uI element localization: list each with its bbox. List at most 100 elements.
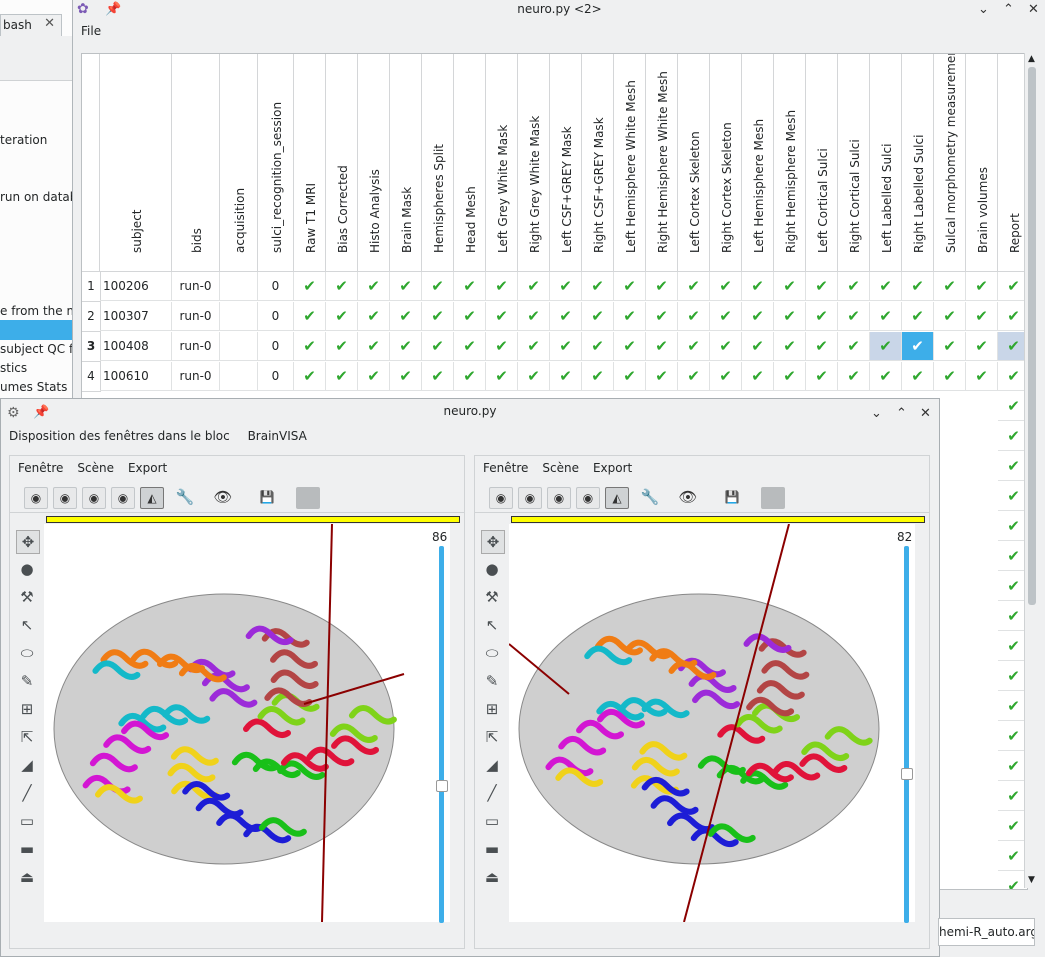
close-icon[interactable]: ✕ (920, 402, 931, 426)
table-cell[interactable]: ✔ (326, 302, 358, 331)
table-cell[interactable]: run-0 (172, 302, 220, 331)
table-cell[interactable]: 100610 (100, 362, 172, 391)
file-field[interactable]: hemi-R_auto.arg (938, 918, 1035, 946)
scroll-down-icon[interactable]: ▼ (1028, 875, 1035, 885)
menu-export[interactable]: Export (593, 461, 632, 475)
brain-render-canvas[interactable] (508, 523, 915, 923)
table-cell[interactable]: ✔ (454, 362, 486, 391)
column-header[interactable]: Right CSF+GREY Mask (582, 54, 614, 272)
menu-brainvisa[interactable]: BrainVISA (248, 429, 307, 443)
table-cell[interactable]: ✔ (774, 302, 806, 331)
column-header[interactable]: Bias Corrected (326, 54, 358, 272)
table-cell[interactable]: ✔ (710, 362, 742, 391)
column-header[interactable]: Right Cortex Skeleton (710, 54, 742, 272)
maximize-icon[interactable]: ⌃ (1003, 1, 1014, 19)
table-cell[interactable]: ✔ (518, 272, 550, 301)
table-cell[interactable]: ✔ (742, 362, 774, 391)
table-cell[interactable]: ✔ (934, 362, 966, 391)
coronal-view-icon[interactable]: ◉ (518, 487, 542, 509)
table-cell[interactable] (220, 332, 258, 361)
table-cell[interactable]: ✔ (806, 272, 838, 301)
table-cell[interactable]: ✔ (358, 302, 390, 331)
segment-icon[interactable]: ⏏ (16, 866, 38, 888)
table-cell[interactable]: ✔ (678, 272, 710, 301)
table-cell[interactable]: ✔ (390, 332, 422, 361)
table-cell[interactable]: ✔ (742, 332, 774, 361)
column-header[interactable]: Right Labelled Sulci (902, 54, 934, 272)
sphere-icon[interactable]: ● (481, 558, 503, 580)
column-header[interactable]: Head Mesh (454, 54, 486, 272)
color-swatch[interactable] (761, 487, 785, 509)
table-cell[interactable]: ✔ (870, 272, 902, 301)
menu-fenetre[interactable]: Fenêtre (18, 461, 63, 475)
table-cell[interactable]: ✔ (486, 332, 518, 361)
table-cell[interactable]: ✔ (358, 332, 390, 361)
row-number[interactable]: 3 (82, 332, 101, 362)
table-cell[interactable]: run-0 (172, 362, 220, 391)
pin-icon[interactable]: 📌 (105, 1, 121, 19)
table-cell[interactable]: ✔ (582, 362, 614, 391)
eye-icon[interactable]: 👁 (212, 487, 234, 507)
table-cell[interactable]: ✔ (358, 362, 390, 391)
sagittal-view-icon[interactable]: ◉ (82, 487, 106, 509)
table-cell[interactable]: ✔ (934, 272, 966, 301)
table-cell[interactable]: 100408 (100, 332, 172, 361)
select-icon[interactable]: ↖ (481, 614, 503, 636)
axes-icon[interactable]: ⇱ (16, 726, 38, 748)
menu-scene[interactable]: Scène (542, 461, 579, 475)
table-cell[interactable]: ✔ (390, 272, 422, 301)
table-cell[interactable]: ✔ (774, 272, 806, 301)
scrollbar-thumb[interactable] (1028, 67, 1036, 605)
move-icon[interactable]: ✥ (481, 530, 505, 554)
3d-view-icon[interactable]: ◭ (140, 487, 164, 509)
table-cell[interactable]: ✔ (518, 332, 550, 361)
axes-icon[interactable]: ⇱ (481, 726, 503, 748)
table-cell[interactable]: ✔ (838, 362, 870, 391)
scroll-up-icon[interactable]: ▲ (1028, 54, 1035, 64)
3d-view-icon[interactable]: ◭ (605, 487, 629, 509)
table-cell[interactable]: ✔ (614, 302, 646, 331)
table-cell[interactable]: ✔ (614, 362, 646, 391)
color-swatch[interactable] (296, 487, 320, 509)
table-cell[interactable]: ✔ (294, 362, 326, 391)
column-header[interactable]: Right Grey White Mask (518, 54, 550, 272)
table-cell[interactable] (220, 272, 258, 301)
brain-render-canvas[interactable] (44, 523, 450, 923)
table-cell[interactable]: ✔ (582, 332, 614, 361)
column-header[interactable]: bids (172, 54, 220, 272)
table-cell[interactable]: ✔ (966, 332, 998, 361)
column-header[interactable]: Left Grey White Mask (486, 54, 518, 272)
table-cell[interactable]: ✔ (838, 272, 870, 301)
bash-tab[interactable]: bash ✕ (0, 14, 62, 37)
column-header[interactable]: Right Hemisphere White Mesh (646, 54, 678, 272)
table-cell[interactable]: ✔ (422, 362, 454, 391)
plane-icon[interactable]: ⬭ (481, 642, 503, 664)
table-cell[interactable]: 100307 (100, 302, 172, 331)
table-cell[interactable]: ✔ (518, 362, 550, 391)
pencil-icon[interactable]: ✎ (481, 670, 503, 692)
tool-icon[interactable]: ⚒ (16, 586, 38, 608)
select-icon[interactable]: ↖ (16, 614, 38, 636)
oblique-view-icon[interactable]: ◉ (576, 487, 600, 509)
table-cell[interactable]: run-0 (172, 272, 220, 301)
oblique-view-icon[interactable]: ◉ (111, 487, 135, 509)
table-cell[interactable]: ✔ (390, 302, 422, 331)
table-cell[interactable]: ✔ (646, 302, 678, 331)
column-header[interactable]: Raw T1 MRI (294, 54, 326, 272)
axial-view-icon[interactable]: ◉ (489, 487, 513, 509)
table-cell[interactable]: ✔ (294, 332, 326, 361)
menu-file[interactable]: File (81, 24, 101, 38)
table-cell[interactable] (220, 362, 258, 391)
row-number[interactable]: 2 (82, 302, 101, 332)
sphere-icon[interactable]: ● (16, 558, 38, 580)
pencil-icon[interactable]: ✎ (16, 670, 38, 692)
table-cell[interactable]: ✔ (742, 302, 774, 331)
table-cell[interactable]: ✔ (934, 302, 966, 331)
table-cell[interactable]: ✔ (518, 302, 550, 331)
table-cell[interactable]: ✔ (710, 302, 742, 331)
table-cell[interactable] (220, 302, 258, 331)
table-cell[interactable]: ✔ (614, 332, 646, 361)
table-cell[interactable]: 0 (258, 332, 294, 361)
table-cell[interactable]: ✔ (806, 302, 838, 331)
table-cell[interactable]: ✔ (646, 332, 678, 361)
